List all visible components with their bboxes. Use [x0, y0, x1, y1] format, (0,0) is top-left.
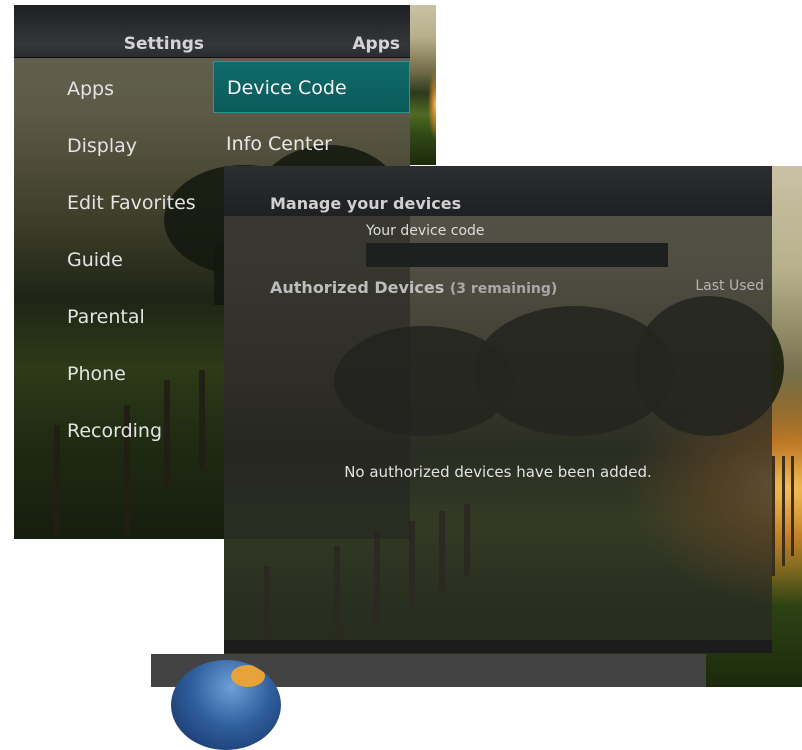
settings-item-guide[interactable]: Guide: [67, 249, 123, 271]
settings-item-parental[interactable]: Parental: [67, 306, 145, 328]
manage-devices-footer: [224, 640, 772, 653]
manage-devices-title: Manage your devices: [270, 194, 462, 213]
device-code-box: [366, 243, 668, 267]
settings-item-edit-favorites[interactable]: Edit Favorites: [67, 192, 196, 214]
manage-devices-header: Manage your devices: [224, 166, 772, 216]
settings-header: Settings Apps: [14, 5, 410, 58]
authorized-devices-label: Authorized Devices: [270, 278, 445, 297]
apps-item-device-code[interactable]: Device Code: [213, 61, 410, 113]
settings-item-phone[interactable]: Phone: [67, 363, 126, 385]
empty-devices-message: No authorized devices have been added.: [344, 463, 652, 481]
globe-icon: [171, 660, 281, 750]
device-code-label: Your device code: [366, 223, 485, 239]
settings-title: Settings: [123, 34, 204, 54]
last-used-column-header: Last Used: [695, 278, 764, 294]
apps-title: Apps: [352, 34, 400, 54]
background-landscape-strip: [410, 5, 436, 165]
settings-item-recording[interactable]: Recording: [67, 420, 162, 442]
settings-item-apps[interactable]: Apps: [67, 78, 114, 100]
remaining-count: (3 remaining): [449, 281, 558, 297]
bottom-panel: [151, 654, 706, 750]
manage-devices-panel: Manage your devices Your device code Aut…: [224, 166, 772, 653]
settings-item-display[interactable]: Display: [67, 135, 137, 157]
authorized-devices-heading: Authorized Devices (3 remaining): [270, 278, 557, 297]
apps-item-info-center[interactable]: Info Center: [213, 118, 410, 170]
